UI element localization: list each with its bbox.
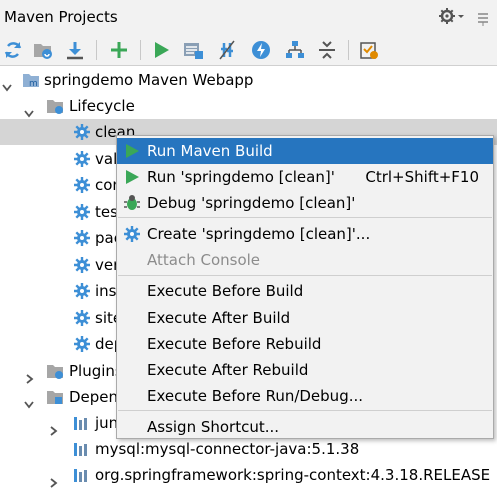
menu-item-label: Execute Before Build (147, 282, 304, 300)
gear-icon (73, 309, 91, 327)
chevron-right-icon[interactable] (48, 418, 58, 436)
menu-item-label: Run 'springdemo [clean]' (147, 168, 335, 186)
menu-item-label: Execute After Rebuild (147, 361, 309, 379)
tree-node-label: tes (95, 203, 118, 221)
bug-icon (123, 194, 141, 212)
tree-node-label: Lifecycle (69, 97, 135, 115)
menu-item-label: Create 'springdemo [clean]'... (147, 225, 371, 243)
menu-item-label: Execute Before Run/Debug... (147, 387, 364, 405)
menu-item-exec-after-rebuild[interactable]: Execute After Rebuild (117, 357, 493, 383)
menu-item-label: Attach Console (147, 251, 261, 269)
chevron-down-icon[interactable] (24, 101, 34, 118)
menu-item-exec-before-rebuild[interactable]: Execute Before Rebuild (117, 331, 493, 357)
menu-item-label: Execute After Build (147, 309, 291, 327)
menu-item-exec-after-build[interactable]: Execute After Build (117, 305, 493, 331)
hide-panel-icon[interactable] (475, 10, 491, 26)
menu-item-exec-before-build[interactable]: Execute Before Build (117, 278, 493, 304)
tree-node-label: org.springframework:spring-context:4.3.1… (95, 466, 491, 484)
gear-icon (123, 225, 141, 243)
tree-node-label: Plugins (69, 362, 123, 380)
menu-item-shortcut: Ctrl+Shift+F10 (365, 168, 479, 186)
chevron-down-icon[interactable] (24, 392, 34, 409)
menu-item-assign-shortcut[interactable]: Assign Shortcut... (117, 414, 493, 440)
menu-item-run[interactable]: Run 'springdemo [clean]' Ctrl+Shift+F10 (117, 164, 493, 190)
tree-node-project[interactable]: m springdemo Maven Webapp (0, 67, 497, 93)
toolbar-separator (348, 40, 349, 60)
download-icon[interactable] (64, 39, 86, 61)
folder-icon (46, 388, 64, 406)
menu-item-label: Assign Shortcut... (147, 418, 280, 436)
menu-item-create-config[interactable]: Create 'springdemo [clean]'... (117, 221, 493, 247)
add-icon[interactable] (108, 39, 130, 61)
gear-icon (73, 229, 91, 247)
tool-window-title: Maven Projects (4, 8, 118, 26)
menu-separator (118, 217, 492, 218)
toolbar-separator (140, 40, 141, 60)
gear-icon (73, 335, 91, 353)
maven-module-icon: m (22, 71, 40, 89)
library-icon (72, 414, 90, 432)
run-icon (123, 168, 141, 186)
tree-node-label: jun (95, 414, 119, 432)
menu-item-attach-console: Attach Console (117, 247, 493, 273)
gear-icon (73, 150, 91, 168)
run-icon[interactable] (150, 39, 172, 61)
library-icon (72, 466, 90, 484)
run-icon (123, 142, 141, 160)
tree-node-label: springdemo Maven Webapp (44, 71, 254, 89)
menu-item-label: Run Maven Build (147, 142, 273, 160)
toggle-offline-icon[interactable] (216, 39, 238, 61)
menu-item-label: Execute Before Rebuild (147, 335, 322, 353)
collapse-all-icon[interactable] (316, 39, 338, 61)
chevron-right-icon[interactable] (24, 366, 34, 384)
menu-separator (118, 410, 492, 411)
tree-node-label: Depen (69, 388, 119, 406)
toolbar-separator (96, 40, 97, 60)
tree-node-lifecycle[interactable]: Lifecycle (0, 93, 497, 119)
tree-node-dependency[interactable]: org.springframework:spring-context:4.3.1… (0, 462, 497, 488)
folder-icon (46, 362, 64, 380)
menu-separator (118, 275, 492, 276)
settings-icon[interactable] (358, 39, 380, 61)
chevron-down-icon[interactable] (2, 75, 12, 92)
gear-icon (73, 203, 91, 221)
show-dependencies-icon[interactable] (284, 39, 306, 61)
gear-icon (73, 256, 91, 274)
library-icon (72, 440, 90, 458)
gear-icon (73, 123, 91, 141)
generate-sources-icon[interactable] (32, 39, 54, 61)
execute-goal-icon[interactable] (182, 39, 204, 61)
menu-item-debug[interactable]: Debug 'springdemo [clean]' (117, 190, 493, 216)
tool-window-header: Maven Projects (0, 0, 497, 34)
maven-toolbar (0, 34, 497, 66)
reimport-icon[interactable] (2, 39, 24, 61)
menu-item-label: Debug 'springdemo [clean]' (147, 194, 356, 212)
skip-tests-icon[interactable] (250, 39, 272, 61)
folder-icon (46, 97, 64, 115)
menu-item-run-maven-build[interactable]: Run Maven Build (117, 138, 493, 164)
gear-icon (73, 176, 91, 194)
menu-item-exec-before-run[interactable]: Execute Before Run/Debug... (117, 383, 493, 409)
svg-text:m: m (29, 79, 38, 89)
context-menu: Run Maven Build Run 'springdemo [clean]'… (116, 135, 494, 439)
gear-icon[interactable] (438, 7, 466, 27)
chevron-right-icon[interactable] (48, 470, 58, 488)
gear-icon (73, 282, 91, 300)
